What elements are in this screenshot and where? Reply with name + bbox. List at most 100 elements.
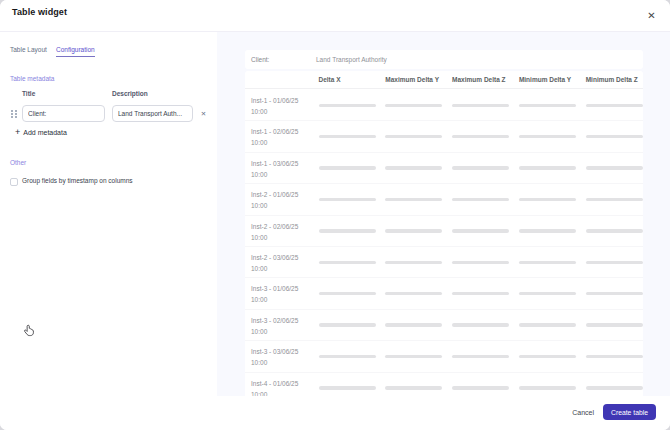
placeholder-bar — [452, 198, 509, 202]
metadata-title-input[interactable] — [22, 105, 105, 122]
config-panel: Table Layout Configuration Table metadat… — [0, 32, 217, 396]
mouse-cursor-icon — [22, 322, 36, 340]
placeholder-bar — [586, 135, 643, 139]
preview-client-label: Client: — [251, 56, 269, 63]
placeholder-bar — [519, 355, 576, 359]
placeholder-bar — [519, 104, 576, 108]
placeholder-bar — [586, 261, 643, 265]
placeholder-bar — [319, 292, 376, 296]
placeholder-bar — [586, 292, 643, 296]
placeholder-bar — [452, 229, 509, 233]
add-metadata-button[interactable]: +Add metadata — [15, 129, 67, 136]
group-fields-label: Group fields by timestamp on columns — [22, 177, 133, 184]
placeholder-bar — [519, 198, 576, 202]
title-column-label: Title — [22, 90, 35, 97]
row-label: Inst-1 - 03/06/2510:00 — [251, 158, 298, 180]
placeholder-bar — [385, 166, 442, 170]
column-header: Delta X — [319, 76, 341, 83]
placeholder-bar — [586, 198, 643, 202]
placeholder-bar — [586, 355, 643, 359]
placeholder-bar — [319, 323, 376, 327]
placeholder-bar — [519, 323, 576, 327]
placeholder-bar — [385, 261, 442, 265]
preview-table-header: Delta X Maximum Delta Y Maximum Delta Z Min… — [245, 71, 643, 89]
table-widget-dialog: Table widget ✕ Table Layout Configuratio… — [0, 0, 670, 430]
row-label: Inst-1 - 02/06/2510:00 — [251, 126, 298, 148]
placeholder-bar — [385, 229, 442, 233]
placeholder-bar — [452, 135, 509, 139]
placeholder-bar — [452, 292, 509, 296]
placeholder-bar — [385, 104, 442, 108]
placeholder-bar — [319, 386, 376, 390]
placeholder-bar — [385, 198, 442, 202]
preview-metadata-row: Client: Land Transport Authority — [245, 50, 643, 69]
placeholder-bar — [319, 135, 376, 139]
dialog-body: Table Layout Configuration Table metadat… — [0, 32, 670, 396]
dialog-header: Table widget ✕ — [0, 0, 670, 32]
placeholder-bar — [519, 229, 576, 233]
row-label: Inst-4 - 01/06/2510:00 — [251, 378, 298, 396]
table-row: Inst-3 - 02/06/2510:00 — [245, 310, 643, 341]
placeholder-bar — [385, 355, 442, 359]
row-label: Inst-3 - 02/06/2510:00 — [251, 315, 298, 337]
section-table-metadata: Table metadata — [10, 75, 54, 82]
column-header: Maximum Delta Z — [452, 76, 505, 83]
create-table-button[interactable]: Create table — [603, 404, 656, 420]
metadata-description-input[interactable] — [112, 105, 193, 122]
placeholder-bar — [452, 104, 509, 108]
table-row: Inst-3 - 03/06/2510:00 — [245, 341, 643, 372]
group-fields-checkbox[interactable] — [10, 178, 18, 186]
placeholder-bar — [586, 229, 643, 233]
dialog-title: Table widget — [12, 7, 67, 17]
close-icon[interactable]: ✕ — [645, 9, 658, 22]
table-row: Inst-2 - 01/06/2510:00 — [245, 184, 643, 215]
row-label: Inst-3 - 03/06/2510:00 — [251, 346, 298, 368]
placeholder-bar — [519, 261, 576, 265]
row-label: Inst-2 - 03/06/2510:00 — [251, 252, 298, 274]
placeholder-bar — [319, 166, 376, 170]
table-row: Inst-3 - 01/06/2510:00 — [245, 278, 643, 309]
placeholder-bar — [586, 104, 643, 108]
placeholder-bar — [319, 198, 376, 202]
dialog-footer: Cancel Create table — [0, 396, 670, 430]
tab-configuration[interactable]: Configuration — [56, 46, 95, 53]
cancel-button[interactable]: Cancel — [572, 409, 594, 416]
placeholder-bar — [519, 386, 576, 390]
placeholder-bar — [319, 229, 376, 233]
placeholder-bar — [519, 135, 576, 139]
row-label: Inst-1 - 01/06/2510:00 — [251, 95, 298, 117]
placeholder-bar — [452, 166, 509, 170]
row-label: Inst-2 - 02/06/2510:00 — [251, 221, 298, 243]
placeholder-bar — [586, 323, 643, 327]
drag-handle-icon[interactable] — [11, 110, 17, 119]
placeholder-bar — [452, 323, 509, 327]
placeholder-bar — [385, 386, 442, 390]
section-other: Other — [10, 159, 26, 166]
preview-client-value: Land Transport Authority — [316, 56, 387, 63]
tab-table-layout[interactable]: Table Layout — [10, 46, 47, 53]
row-label: Inst-2 - 01/06/2510:00 — [251, 189, 298, 211]
table-row: Inst-2 - 02/06/2510:00 — [245, 216, 643, 247]
remove-metadata-icon[interactable]: ✕ — [199, 110, 208, 118]
table-row: Inst-1 - 01/06/2510:00 — [245, 90, 643, 121]
placeholder-bar — [452, 386, 509, 390]
row-label: Inst-3 - 01/06/2510:00 — [251, 283, 298, 305]
placeholder-bar — [519, 166, 576, 170]
table-row: Inst-1 - 03/06/2510:00 — [245, 153, 643, 184]
placeholder-bar — [586, 386, 643, 390]
description-column-label: Description — [112, 90, 148, 97]
placeholder-bar — [452, 261, 509, 265]
preview-table: Delta X Maximum Delta Y Maximum Delta Z Min… — [245, 71, 643, 396]
placeholder-bar — [519, 292, 576, 296]
plus-icon: + — [15, 129, 20, 136]
column-header: Minimum Delta Y — [519, 76, 571, 83]
placeholder-bar — [319, 355, 376, 359]
column-header: Maximum Delta Y — [385, 76, 439, 83]
placeholder-bar — [319, 261, 376, 265]
table-row: Inst-2 - 03/06/2510:00 — [245, 247, 643, 278]
placeholder-bar — [319, 104, 376, 108]
table-row: Inst-1 - 02/06/2510:00 — [245, 121, 643, 152]
column-header: Minimum Delta Z — [586, 76, 638, 83]
table-row: Inst-4 - 01/06/2510:00 — [245, 373, 643, 396]
placeholder-bar — [586, 166, 643, 170]
